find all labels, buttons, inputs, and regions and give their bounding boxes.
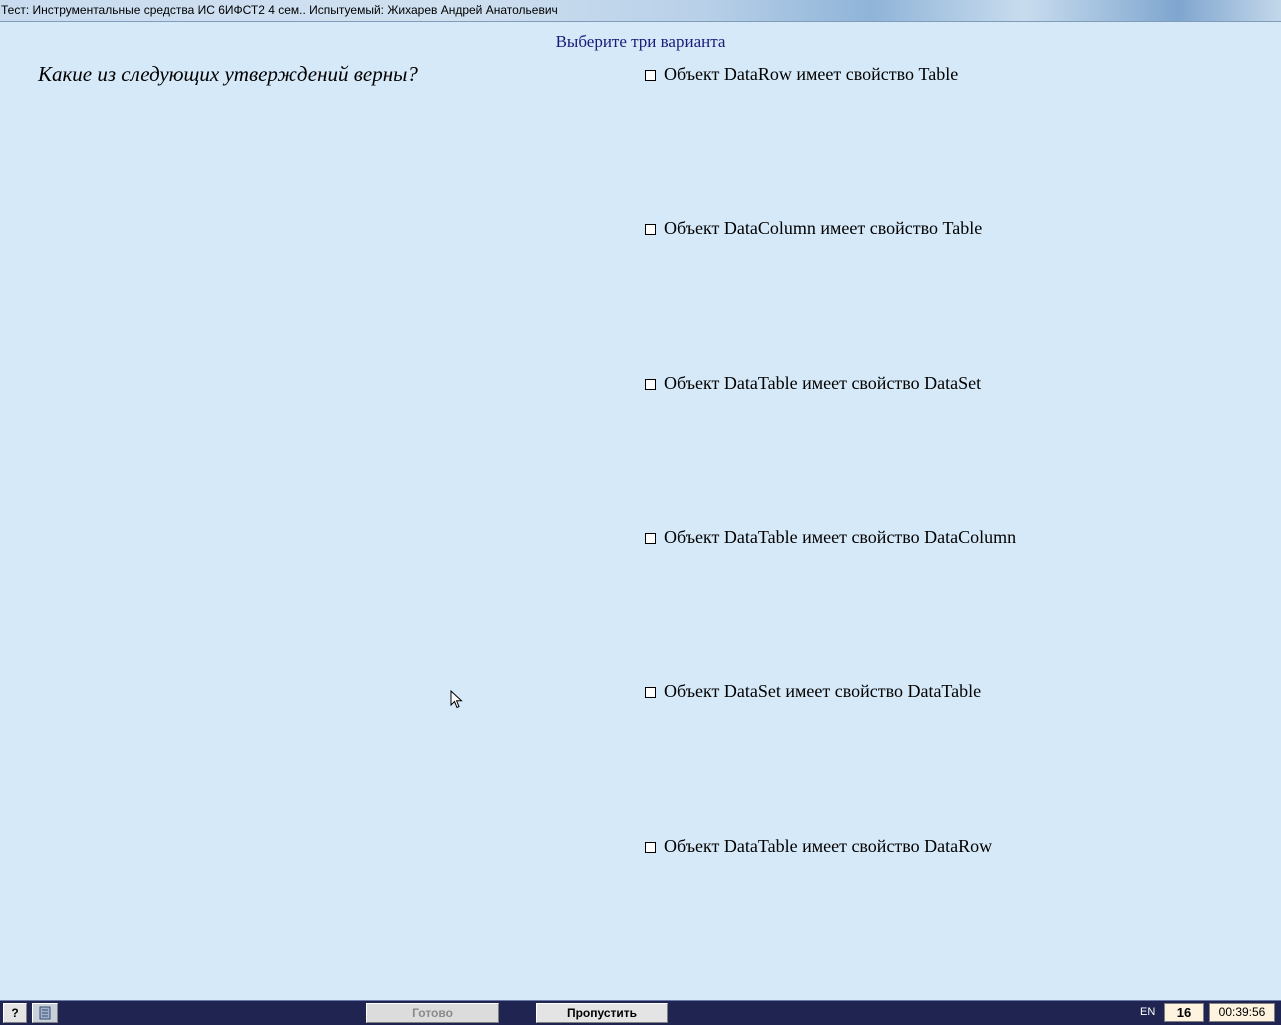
answer-option-label: Объект DataTable имеет свойство DataSet bbox=[664, 372, 982, 393]
title-bar[interactable]: Тест: Инструментальные средства ИС 6ИФСТ… bbox=[0, 0, 1281, 22]
book-button[interactable] bbox=[32, 1003, 58, 1023]
language-indicator[interactable]: EN bbox=[1140, 1006, 1155, 1018]
question-number: 16 bbox=[1164, 1003, 1204, 1022]
checkbox[interactable] bbox=[645, 532, 656, 544]
window-title: Тест: Инструментальные средства ИС 6ИФСТ… bbox=[1, 3, 558, 17]
checkbox[interactable] bbox=[645, 841, 656, 853]
book-icon bbox=[39, 1006, 51, 1020]
checkbox[interactable] bbox=[645, 686, 656, 698]
question-text: Какие из следующих утверждений верны? bbox=[38, 62, 418, 86]
done-button[interactable]: Готово bbox=[366, 1003, 499, 1023]
answer-option-label: Объект DataRow имеет свойство Table bbox=[664, 63, 959, 84]
answer-option-label: Объект DataColumn имеет свойство Table bbox=[664, 217, 983, 238]
answer-option-2[interactable]: Объект DataColumn имеет свойство Table bbox=[645, 217, 982, 239]
checkbox[interactable] bbox=[645, 378, 656, 390]
instruction-text: Выберите три варианта bbox=[555, 32, 726, 51]
answer-option-5[interactable]: Объект DataSet имеет свойство DataTable bbox=[645, 680, 981, 702]
checkbox[interactable] bbox=[645, 223, 656, 235]
mouse-cursor-icon bbox=[450, 690, 463, 709]
answer-option-3[interactable]: Объект DataTable имеет свойство DataSet bbox=[645, 372, 981, 394]
timer: 00:39:56 bbox=[1209, 1003, 1275, 1022]
answer-option-label: Объект DataSet имеет свойство DataTable bbox=[664, 680, 982, 701]
help-button[interactable]: ? bbox=[3, 1003, 27, 1023]
answer-option-label: Объект DataTable имеет свойство DataColu… bbox=[664, 526, 1017, 547]
answer-option-1[interactable]: Объект DataRow имеет свойство Table bbox=[645, 63, 958, 85]
checkbox[interactable] bbox=[645, 69, 656, 81]
bottom-toolbar: ? Готово Пропустить EN 16 00:39:56 bbox=[0, 1000, 1281, 1025]
answer-option-label: Объект DataTable имеет свойство DataRow bbox=[664, 835, 993, 856]
test-window: Тест: Инструментальные средства ИС 6ИФСТ… bbox=[0, 0, 1281, 1025]
answer-option-6[interactable]: Объект DataTable имеет свойство DataRow bbox=[645, 835, 992, 857]
skip-button[interactable]: Пропустить bbox=[536, 1003, 668, 1023]
answer-option-4[interactable]: Объект DataTable имеет свойство DataColu… bbox=[645, 526, 1016, 548]
